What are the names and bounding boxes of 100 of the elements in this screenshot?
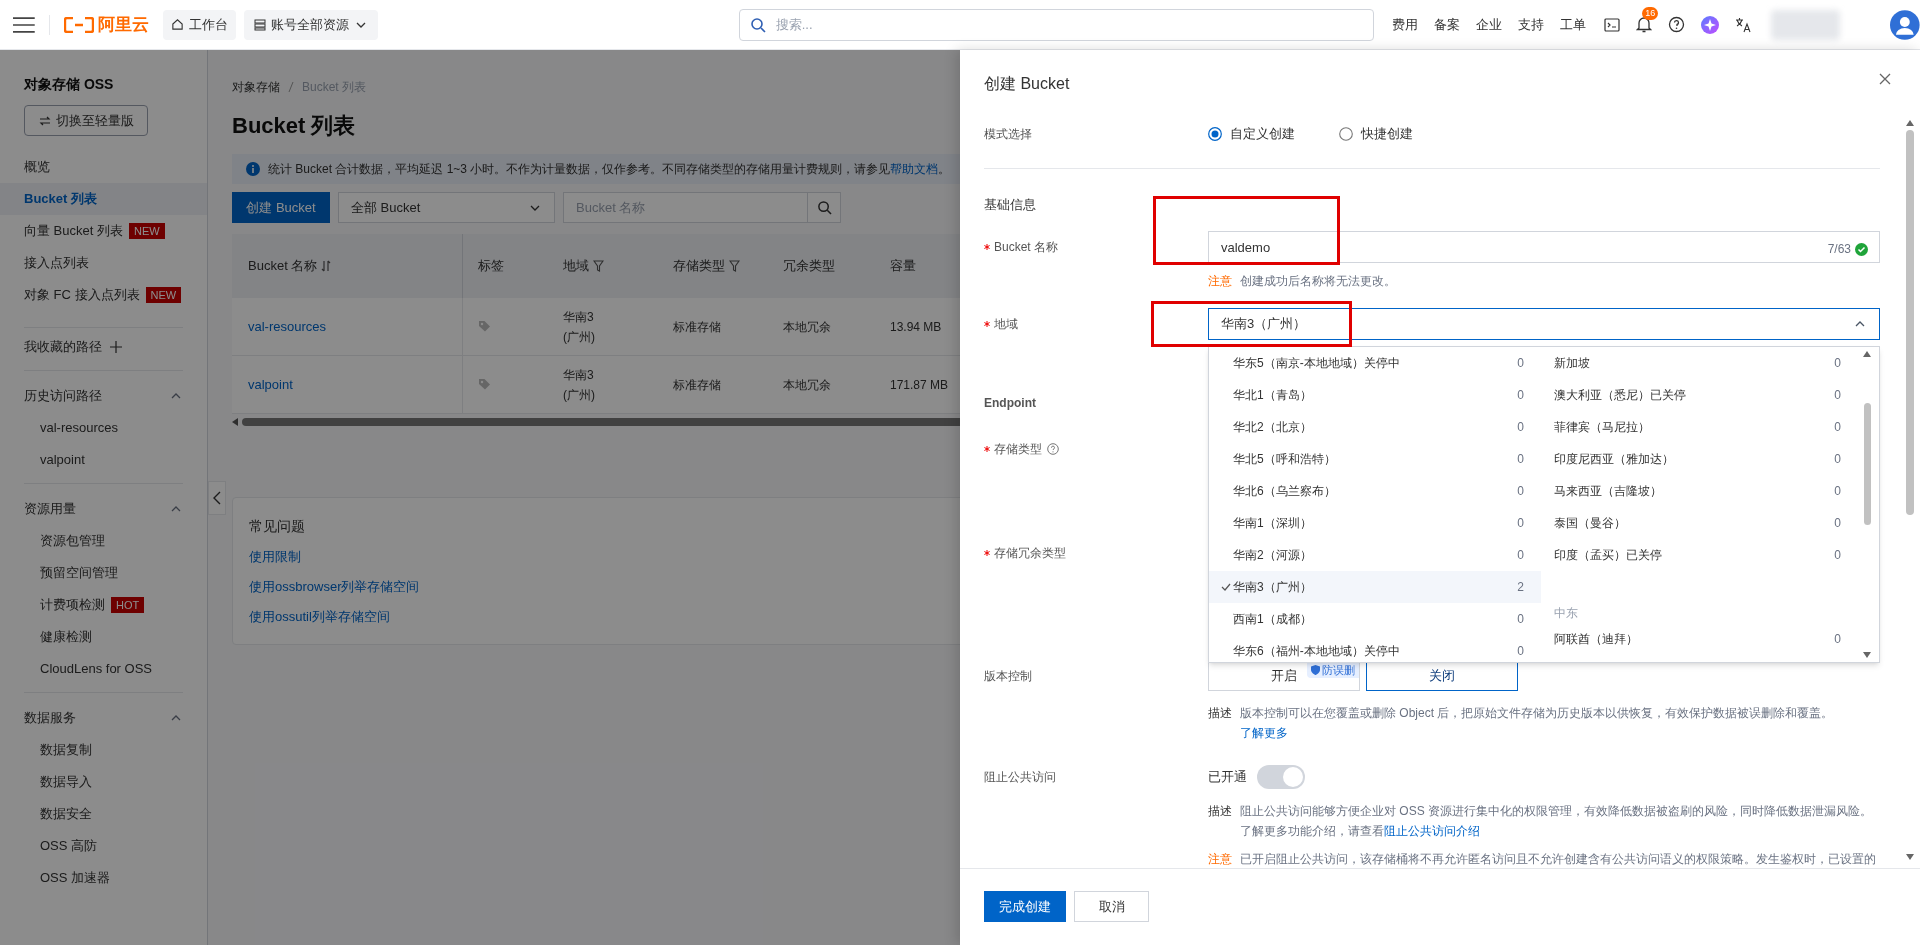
sidebar-item[interactable]: valpoint (0, 444, 207, 476)
bucket-name-link[interactable]: val-resources (248, 316, 327, 337)
cancel-button[interactable]: 取消 (1074, 891, 1149, 922)
sidebar-item[interactable]: OSS 高防 (0, 830, 207, 862)
create-bucket-button[interactable]: 创建 Bucket (232, 192, 330, 223)
scroll-left-icon[interactable] (232, 418, 238, 426)
top-nav-link[interactable]: 支持 (1518, 14, 1545, 35)
check-icon (1221, 583, 1231, 591)
column-header[interactable]: 存储类型 (673, 256, 725, 276)
help-doc-link[interactable]: 帮助文档 (890, 162, 939, 176)
top-nav-link[interactable]: 企业 (1476, 14, 1503, 35)
learn-more-link[interactable]: 了解更多 (1240, 726, 1288, 740)
dropdown-option[interactable]: 华南2（河源） 0 (1209, 539, 1541, 571)
sidebar-section-title: 历史访问路径 (24, 387, 102, 406)
sidebar-item[interactable]: val-resources (0, 412, 207, 444)
sidebar-item[interactable]: 接入点列表 (0, 247, 207, 279)
sidebar-item[interactable]: 健康检测 (0, 621, 207, 653)
description-text: 阻止公共访问能够方便企业对 OSS 资源进行集中化的权限管理，有效降低数据被盗刷的风险，同时降低数据泄漏风险。了解更多功能介绍，请查看阻止公共访问介绍 (1240, 803, 1873, 840)
top-nav-link[interactable]: 费用 (1392, 14, 1419, 35)
table-cell-text: 171.87 MB (890, 376, 949, 394)
faq-link[interactable]: 使用ossbrowser列举存储空间 (249, 577, 420, 597)
sidebar-item[interactable]: 资源包管理 (0, 525, 207, 557)
sidebar-item[interactable]: 概览 (0, 151, 207, 183)
sparkle-icon[interactable] (1701, 15, 1720, 34)
radio-option[interactable]: 自定义创建 (1208, 124, 1295, 144)
filter-icon[interactable] (729, 260, 740, 272)
dropdown-option[interactable]: 华北5（呼和浩特） 0 (1209, 443, 1541, 475)
top-nav-link[interactable]: 备案 (1434, 14, 1461, 35)
dropdown-option[interactable]: 阿联酋（迪拜） 0 (1541, 626, 1861, 652)
scroll-up-icon[interactable] (1906, 120, 1914, 126)
column-header[interactable]: 标签 (478, 256, 504, 276)
resource-group-button[interactable]: 账号全部资源 (243, 9, 378, 40)
bucket-search-field[interactable]: Bucket 名称 (563, 192, 808, 223)
column-header[interactable]: Bucket 名称 (248, 256, 318, 276)
vertical-scrollbar[interactable] (1906, 130, 1914, 515)
dropdown-scrollbar[interactable] (1863, 403, 1871, 525)
scroll-up-icon[interactable] (1863, 351, 1871, 357)
workbench-button[interactable]: 工作台 (162, 9, 236, 40)
bell-icon[interactable] (1636, 16, 1653, 33)
scroll-down-icon[interactable] (1906, 854, 1914, 860)
dropdown-option[interactable]: 新加坡 0 (1541, 347, 1861, 379)
sort-icon[interactable] (321, 260, 332, 272)
sidebar-item[interactable]: 数据安全 (0, 798, 207, 830)
dropdown-option[interactable]: 马来西亚（吉隆坡） 0 (1541, 475, 1861, 507)
faq-link[interactable]: 使用ossutil列举存储空间 (249, 607, 390, 627)
collapse-sidebar-button[interactable] (208, 481, 226, 515)
dropdown-option[interactable]: 华北2（北京） 0 (1209, 411, 1541, 443)
table-cell-text: 标准存储 (673, 318, 721, 336)
menu-icon[interactable] (13, 16, 35, 33)
search-button[interactable] (808, 192, 841, 223)
table-cell-text: 13.94 MB (890, 318, 942, 336)
dropdown-option[interactable]: 印度尼西亚（雅加达） 0 (1541, 443, 1861, 475)
sidebar-item[interactable]: CloudLens for OSS (0, 653, 207, 685)
column-header[interactable]: 地域 (563, 256, 589, 276)
sidebar-item[interactable]: Bucket 列表 (0, 183, 207, 215)
translate-icon[interactable] (1735, 16, 1752, 33)
bucket-name-link[interactable]: valpoint (248, 374, 293, 395)
table-cell-text: 本地冗余 (783, 318, 831, 336)
dropdown-option[interactable]: 华北6（乌兰察布） 0 (1209, 475, 1541, 507)
section-title: 基础信息 (984, 196, 1037, 214)
dropdown-option[interactable]: 泰国（曼谷） 0 (1541, 507, 1861, 539)
toggle-option-button[interactable]: 开启 防误删 (1208, 661, 1360, 691)
switch-version-button[interactable]: 切换至轻量版 (24, 105, 148, 136)
question-icon[interactable] (1047, 443, 1059, 455)
avatar-icon[interactable] (1890, 9, 1920, 40)
sidebar-item[interactable]: 预留空间管理 (0, 557, 207, 589)
dropdown-option[interactable]: 华南1（深圳） 0 (1209, 507, 1541, 539)
column-header[interactable]: 容量 (890, 256, 916, 276)
radio-option[interactable]: 快捷创建 (1339, 124, 1413, 144)
submit-button[interactable]: 完成创建 (984, 891, 1066, 922)
sidebar-item[interactable]: 数据复制 (0, 734, 207, 766)
switch-status: 已开通 (1208, 768, 1247, 787)
bucket-filter-select[interactable]: 全部 Bucket (338, 192, 555, 223)
filter-icon[interactable] (593, 260, 604, 272)
add-icon[interactable] (110, 341, 122, 353)
close-icon[interactable] (1879, 73, 1891, 85)
search-field[interactable]: 搜索... (738, 8, 1375, 41)
faq-link[interactable]: 使用限制 (249, 547, 301, 567)
dropdown-option[interactable]: 印度（孟买）已关停 0 (1541, 539, 1861, 571)
toggle-option-button[interactable]: 关闭 (1366, 661, 1518, 691)
dropdown-option[interactable]: 华东6（福州-本地地域）关停中 0 (1209, 635, 1541, 662)
dropdown-option[interactable]: 华北1（青岛） 0 (1209, 379, 1541, 411)
dropdown-option[interactable]: 华东5（南京-本地地域）关停中 0 (1209, 347, 1541, 379)
terminal-icon[interactable] (1604, 17, 1621, 32)
sidebar-item[interactable]: 对象 FC 接入点列表 NEW (0, 279, 207, 311)
region-select[interactable]: 华南3（广州） (1208, 308, 1880, 340)
dropdown-option[interactable]: 西南1（成都） 0 (1209, 603, 1541, 635)
sidebar-item[interactable]: 数据导入 (0, 766, 207, 798)
dropdown-option[interactable]: 华南3（广州） 2 (1209, 571, 1541, 603)
breadcrumb-item[interactable]: 对象存储 (232, 78, 280, 96)
scroll-down-icon[interactable] (1863, 652, 1871, 658)
help-icon[interactable] (1668, 16, 1686, 33)
top-nav-link[interactable]: 工单 (1560, 14, 1587, 35)
sidebar-item[interactable]: OSS 加速器 (0, 862, 207, 894)
dropdown-option[interactable]: 澳大利亚（悉尼）已关停 0 (1541, 379, 1861, 411)
sidebar-item[interactable]: 向量 Bucket 列表 NEW (0, 215, 207, 247)
table-cell-text: 本地冗余 (783, 376, 831, 394)
dropdown-option[interactable]: 菲律宾（马尼拉） 0 (1541, 411, 1861, 443)
sidebar-item[interactable]: 计费项检测 HOT (0, 589, 207, 621)
column-header[interactable]: 冗余类型 (783, 256, 835, 276)
